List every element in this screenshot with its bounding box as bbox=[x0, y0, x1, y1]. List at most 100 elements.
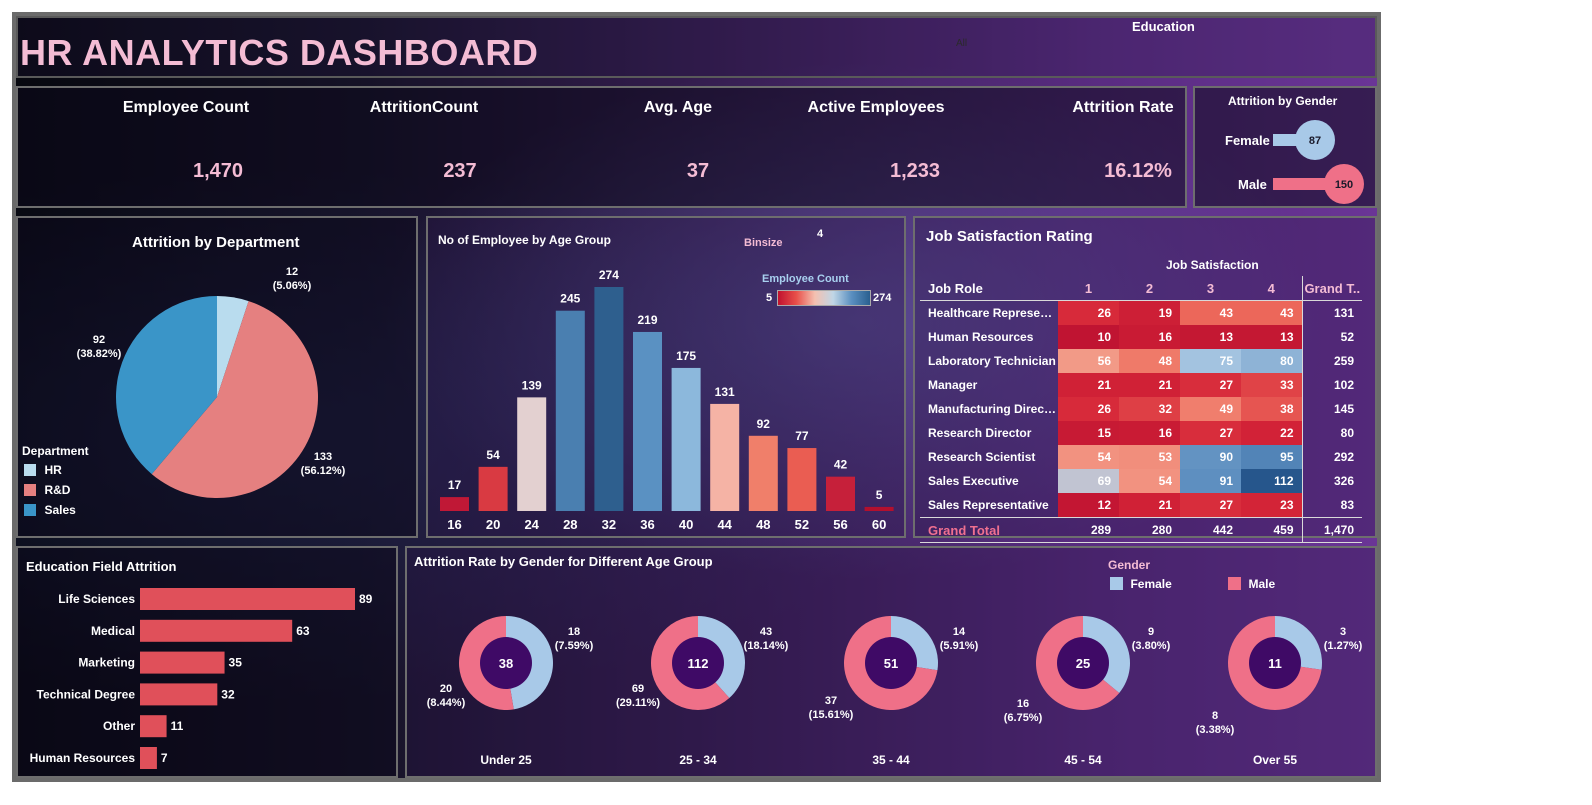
heat-cell[interactable]: 91 bbox=[1180, 469, 1241, 493]
donut-1[interactable]: 112 bbox=[651, 616, 745, 710]
table-row[interactable]: Manager 21 21 27 33 102 bbox=[920, 373, 1362, 397]
table-row[interactable]: Laboratory Technician 56 48 75 80 259 bbox=[920, 349, 1362, 373]
donut-male-pct: (6.75%) bbox=[1004, 712, 1043, 724]
age-bar[interactable] bbox=[517, 397, 547, 511]
table-row[interactable]: Research Director 15 16 27 22 80 bbox=[920, 421, 1362, 445]
heat-cell[interactable]: 43 bbox=[1180, 300, 1241, 325]
heat-cell[interactable]: 75 bbox=[1180, 349, 1241, 373]
heat-cell[interactable]: 13 bbox=[1241, 325, 1302, 349]
heat-cell[interactable]: 21 bbox=[1058, 373, 1119, 397]
heat-cell[interactable]: 21 bbox=[1119, 373, 1180, 397]
heat-cell[interactable]: 27 bbox=[1180, 493, 1241, 518]
heat-cell[interactable]: 26 bbox=[1058, 300, 1119, 325]
heat-cell[interactable]: 48 bbox=[1119, 349, 1180, 373]
heat-cell[interactable]: 49 bbox=[1180, 397, 1241, 421]
age-bar[interactable] bbox=[787, 448, 817, 511]
heat-cell[interactable]: 38 bbox=[1241, 397, 1302, 421]
age-bar[interactable] bbox=[671, 367, 701, 511]
department-legend-rnd[interactable]: R&D bbox=[24, 481, 70, 499]
age-bar[interactable] bbox=[748, 435, 778, 511]
age-bar[interactable] bbox=[633, 331, 662, 511]
age-bar-value: 274 bbox=[599, 268, 619, 282]
age-bar[interactable] bbox=[478, 466, 508, 511]
table-row[interactable]: Healthcare Represent.. 26 19 43 43 131 bbox=[920, 300, 1362, 325]
department-legend-sales[interactable]: Sales bbox=[24, 501, 76, 519]
heat-cell[interactable]: 32 bbox=[1119, 397, 1180, 421]
department-legend-hr[interactable]: HR bbox=[24, 461, 62, 479]
age-tick-label: 24 bbox=[524, 517, 539, 532]
edu-field-label: Marketing bbox=[78, 656, 135, 670]
age-bar[interactable] bbox=[440, 497, 469, 511]
donut-2[interactable]: 51 bbox=[844, 616, 938, 710]
heat-cell[interactable]: 13 bbox=[1180, 325, 1241, 349]
heat-cell[interactable]: 54 bbox=[1058, 445, 1119, 469]
donut-0[interactable]: 38 bbox=[459, 616, 553, 710]
gender-female-value: 87 bbox=[1309, 135, 1321, 147]
table-row[interactable]: Sales Representative 12 21 27 23 83 bbox=[920, 493, 1362, 518]
grand-total-2: 280 bbox=[1151, 523, 1172, 537]
heat-cell[interactable]: 10 bbox=[1058, 325, 1119, 349]
heat-cell[interactable]: 12 bbox=[1058, 493, 1119, 518]
donut-total: 25 bbox=[1076, 656, 1090, 671]
job-role-cell: Manufacturing Director bbox=[928, 402, 1058, 416]
heat-cell[interactable]: 90 bbox=[1180, 445, 1241, 469]
heat-cell[interactable]: 15 bbox=[1058, 421, 1119, 445]
donut-female-pct: (18.14%) bbox=[744, 640, 789, 652]
job-role-cell: Healthcare Represent.. bbox=[928, 306, 1058, 320]
donut-male-pct: (29.11%) bbox=[616, 697, 660, 709]
binsize-value[interactable]: 4 bbox=[817, 228, 823, 240]
edu-field-value: 32 bbox=[221, 687, 235, 701]
donut-4[interactable]: 11 bbox=[1228, 616, 1322, 710]
heat-cell[interactable]: 43 bbox=[1241, 300, 1302, 325]
job-satisfaction-title: Job Satisfaction Rating bbox=[926, 228, 1093, 245]
edu-field-bar[interactable] bbox=[140, 588, 355, 610]
heat-cell[interactable]: 19 bbox=[1119, 300, 1180, 325]
heat-cell[interactable]: 69 bbox=[1058, 469, 1119, 493]
heat-cell[interactable]: 27 bbox=[1180, 373, 1241, 397]
edu-field-bar[interactable] bbox=[140, 651, 225, 674]
age-bar[interactable] bbox=[864, 506, 894, 511]
heat-cell[interactable]: 53 bbox=[1119, 445, 1180, 469]
table-row[interactable]: Manufacturing Director 26 32 49 38 145 bbox=[920, 397, 1362, 421]
education-filter-value[interactable]: All bbox=[956, 38, 967, 49]
age-bar[interactable] bbox=[826, 476, 855, 511]
edu-field-bar[interactable] bbox=[140, 683, 218, 706]
age-bar[interactable] bbox=[594, 287, 624, 511]
gender-male-bar[interactable] bbox=[1273, 178, 1329, 190]
heat-cell[interactable]: 80 bbox=[1241, 349, 1302, 373]
legend-swatch-sales bbox=[24, 503, 36, 516]
heat-cell[interactable]: 54 bbox=[1119, 469, 1180, 493]
table-row[interactable]: Research Scientist 54 53 90 95 292 bbox=[920, 445, 1362, 469]
gender-attrition-chart: 87 150 bbox=[1273, 120, 1364, 204]
age-bar[interactable] bbox=[555, 310, 585, 511]
heat-cell[interactable]: 27 bbox=[1180, 421, 1241, 445]
age-tick-label: 48 bbox=[756, 517, 770, 532]
heat-cell[interactable]: 112 bbox=[1241, 469, 1302, 493]
table-row[interactable]: Sales Executive 69 54 91 112 326 bbox=[920, 469, 1362, 493]
heat-cell[interactable]: 16 bbox=[1119, 421, 1180, 445]
job-role-header: Job Role bbox=[928, 280, 983, 296]
donut-male-value: 16 bbox=[1017, 698, 1029, 710]
donut-female-value: 18 bbox=[568, 626, 580, 638]
heat-cell[interactable]: 26 bbox=[1058, 397, 1119, 421]
heat-cell[interactable]: 23 bbox=[1241, 493, 1302, 518]
age-bar-value: 131 bbox=[715, 385, 735, 399]
edu-field-bar[interactable] bbox=[140, 715, 167, 738]
gender-male-label: Male bbox=[1238, 177, 1267, 192]
education-field-chart: Life Sciences 89 Medical 63 Marketing 35 Techn… bbox=[30, 588, 373, 769]
heat-cell[interactable]: 56 bbox=[1058, 349, 1119, 373]
heat-cell[interactable]: 33 bbox=[1241, 373, 1302, 397]
heat-cell[interactable]: 21 bbox=[1119, 493, 1180, 518]
edu-field-bar[interactable] bbox=[140, 747, 157, 769]
heat-cell[interactable]: 16 bbox=[1119, 325, 1180, 349]
row-total-cell: 131 bbox=[1301, 300, 1362, 325]
donut-3[interactable]: 25 bbox=[1036, 616, 1130, 710]
edu-field-bar[interactable] bbox=[140, 619, 293, 642]
grand-total-label: Grand Total bbox=[928, 522, 1000, 538]
gender-male-value: 150 bbox=[1335, 179, 1353, 191]
table-row[interactable]: Human Resources 10 16 13 13 52 bbox=[920, 325, 1362, 349]
age-bar[interactable] bbox=[710, 403, 740, 511]
heat-cell[interactable]: 95 bbox=[1241, 445, 1302, 469]
age-tick-label: 16 bbox=[447, 517, 461, 532]
heat-cell[interactable]: 22 bbox=[1241, 421, 1302, 445]
